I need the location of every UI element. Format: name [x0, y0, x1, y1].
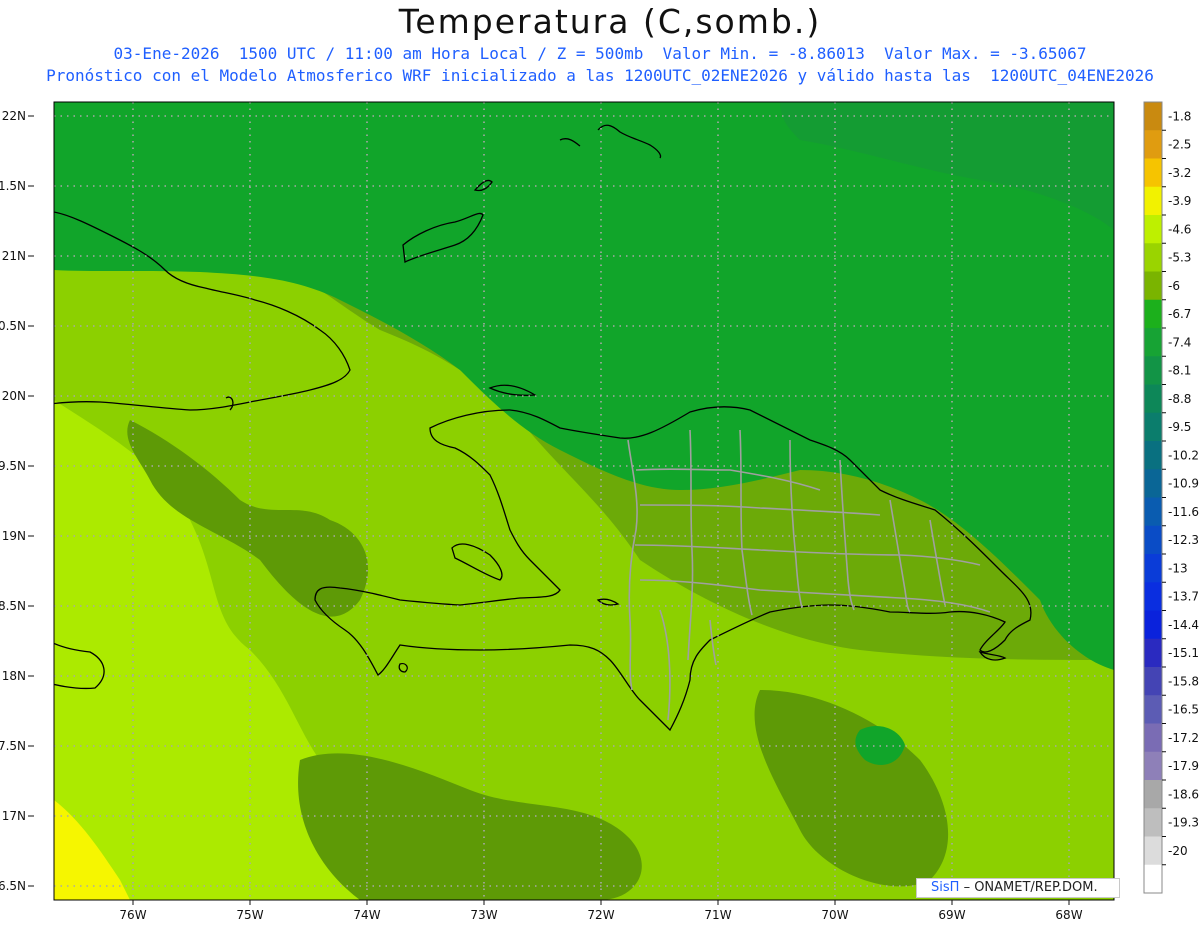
credit-box: SisΠ – ONAMET/REP.DOM.: [916, 878, 1120, 898]
colorbar-swatch: [1144, 723, 1162, 753]
colorbar-label: -18.6: [1168, 787, 1199, 801]
longitude-ticks: [132, 900, 1070, 905]
colorbar-label: -6.7: [1168, 307, 1191, 321]
temperature-map: 22N 1.5N 21N 0.5N 20N 9.5N 19N 8.5N 18N …: [0, 101, 1199, 922]
colorbar-label: -13.7: [1168, 590, 1199, 604]
colorbar-swatch: [1144, 638, 1162, 668]
lon-label-2: 75W: [236, 908, 263, 922]
colorbar-label: -8.1: [1168, 364, 1191, 378]
lat-label-12: 6.5N: [0, 879, 26, 893]
colorbar-label: -8.8: [1168, 392, 1191, 406]
lon-label-6: 71W: [704, 908, 731, 922]
colorbar-label: -15.1: [1168, 646, 1199, 660]
colorbar-label: -17.2: [1168, 731, 1199, 745]
lon-label-1: 76W: [119, 908, 146, 922]
colorbar-label: -3.9: [1168, 194, 1191, 208]
subtitle-forecast-time: 03-Ene-2026 1500 UTC / 11:00 am Hora Loc…: [113, 44, 1087, 63]
colorbar-swatch: [1144, 186, 1162, 216]
colorbar-label: -17.9: [1168, 759, 1199, 773]
colorbar-label: -7.4: [1168, 335, 1191, 349]
colorbar-swatch: [1144, 130, 1162, 159]
colorbar-label: -19.3: [1168, 816, 1199, 830]
colorbar-label: -16.5: [1168, 703, 1199, 717]
colorbar-label: -15.8: [1168, 674, 1199, 688]
colorbar-swatch: [1144, 667, 1162, 696]
colorbar-label: -10.2: [1168, 448, 1199, 462]
colorbar-swatch: [1144, 102, 1162, 131]
lat-label-1: 22N: [2, 109, 26, 123]
colorbar-swatch: [1144, 582, 1162, 611]
lon-label-4: 73W: [470, 908, 497, 922]
colorbar: -1.8 -2.5 -3.2 -3.9 -4.6 -5.3 -6 -6.7 -7.4 -8.1 -8…: [1143, 101, 1199, 894]
colorbar-swatch: [1144, 525, 1162, 555]
colorbar-swatch: [1144, 243, 1162, 272]
map-title: Temperatura (C,somb.): [398, 2, 822, 41]
colorbar-label: -14.4: [1168, 618, 1199, 632]
colorbar-swatch: [1144, 610, 1162, 640]
lon-label-7: 70W: [821, 908, 848, 922]
lon-label-5: 72W: [587, 908, 614, 922]
colorbar-label: -9.5: [1168, 420, 1191, 434]
lat-label-3: 21N: [2, 249, 26, 263]
colorbar-swatch: [1144, 780, 1162, 809]
latitude-ticks: [28, 115, 34, 887]
colorbar-label: -11.6: [1168, 505, 1199, 519]
colorbar-swatch: [1144, 864, 1162, 894]
lat-label-10: 7.5N: [0, 739, 26, 753]
lat-label-6: 9.5N: [0, 459, 26, 473]
colorbar-swatch: [1144, 271, 1162, 301]
colorbar-label: -20: [1168, 844, 1188, 858]
lat-label-7: 19N: [2, 529, 26, 543]
colorbar-label: -5.3: [1168, 251, 1191, 265]
lat-label-9: 18N: [2, 669, 26, 683]
colorbar-label: -3.2: [1168, 166, 1191, 180]
lat-label-5: 20N: [2, 389, 26, 403]
temperature-field: [54, 102, 1114, 900]
colorbar-label: -1.8: [1168, 109, 1191, 123]
colorbar-swatch: [1144, 441, 1162, 470]
lat-label-4: 0.5N: [0, 319, 26, 333]
credit-text: – ONAMET/REP.DOM.: [963, 880, 1098, 895]
colorbar-swatch: [1144, 808, 1162, 837]
colorbar-swatch: [1144, 328, 1162, 357]
lat-label-11: 17N: [2, 809, 26, 823]
colorbar-swatch: [1144, 384, 1162, 414]
latitude-labels: 22N 1.5N 21N 0.5N 20N 9.5N 19N 8.5N 18N …: [0, 109, 26, 893]
colorbar-label: -12.3: [1168, 533, 1199, 547]
lat-label-2: 1.5N: [0, 179, 26, 193]
colorbar-swatch: [1144, 158, 1162, 188]
subtitle-model-info: Pronóstico con el Modelo Atmosferico WRF…: [46, 66, 1154, 85]
lon-label-3: 74W: [353, 908, 380, 922]
colorbar-swatch: [1144, 356, 1162, 385]
longitude-labels: 76W 75W 74W 73W 72W 71W 70W 69W 68W: [119, 908, 1082, 922]
colorbar-swatch: [1144, 836, 1162, 866]
colorbar-swatch: [1144, 412, 1162, 442]
colorbar-label: -4.6: [1168, 222, 1191, 236]
colorbar-label: -13: [1168, 561, 1188, 575]
colorbar-swatch: [1144, 469, 1162, 498]
colorbar-label: -10.9: [1168, 477, 1199, 491]
lon-label-8: 69W: [938, 908, 965, 922]
colorbar-swatch: [1144, 554, 1162, 583]
cuba-west-coast: [54, 211, 55, 212]
sispi-logo: SisΠ: [931, 880, 960, 895]
lon-label-9: 68W: [1055, 908, 1082, 922]
colorbar-swatch: [1144, 751, 1162, 781]
colorbar-label: -2.5: [1168, 138, 1191, 152]
colorbar-swatch: [1144, 695, 1162, 724]
lat-label-8: 8.5N: [0, 599, 26, 613]
colorbar-swatch: [1144, 215, 1162, 244]
colorbar-swatch: [1144, 299, 1162, 329]
colorbar-swatch: [1144, 497, 1162, 527]
colorbar-label: -6: [1168, 279, 1180, 293]
